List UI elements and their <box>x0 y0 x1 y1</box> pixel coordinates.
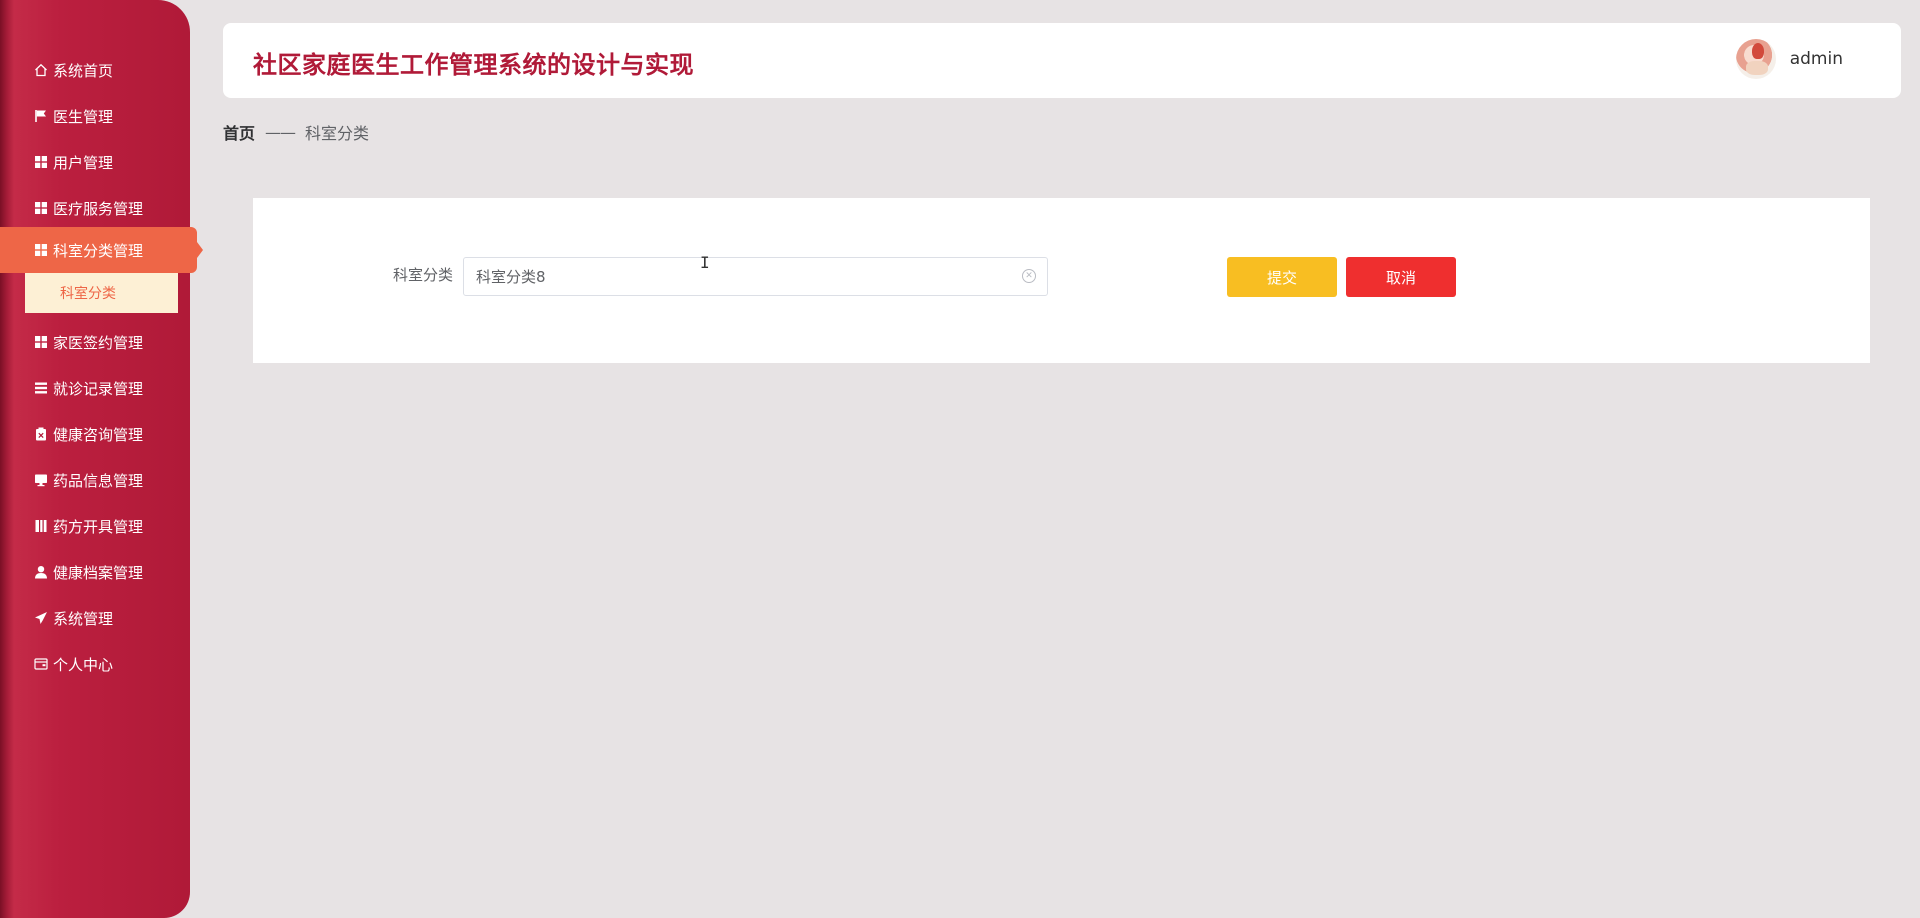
app-title: 社区家庭医生工作管理系统的设计与实现 <box>253 51 694 79</box>
sidebar-item-label: 医疗服务管理 <box>53 199 144 218</box>
sidebar-item-prescriptions[interactable]: 药方开具管理 <box>0 503 190 549</box>
breadcrumb-separator: —— <box>265 122 296 142</box>
grid-icon <box>34 243 48 257</box>
sidebar-item-health-consultation[interactable]: 健康咨询管理 <box>0 411 190 457</box>
breadcrumb-current: 科室分类 <box>305 124 370 143</box>
submenu-item-department-category[interactable]: 科室分类 <box>25 273 178 313</box>
sidebar-item-drug-info[interactable]: 药品信息管理 <box>0 457 190 503</box>
submenu-item-label: 科室分类 <box>60 286 116 302</box>
sidebar-item-label: 健康咨询管理 <box>53 425 144 444</box>
sidebar-item-label: 科室分类管理 <box>53 241 144 260</box>
sidebar-item-health-records[interactable]: 健康档案管理 <box>0 549 190 595</box>
send-icon <box>34 611 48 625</box>
book-icon <box>34 519 48 533</box>
sidebar-item-label: 用户管理 <box>53 153 114 172</box>
monitor-icon <box>34 473 48 487</box>
username: admin <box>1789 49 1843 69</box>
breadcrumb: 首页 —— 科室分类 <box>223 120 369 144</box>
clear-icon[interactable]: ✕ <box>1022 269 1036 283</box>
sidebar: 系统首页 医生管理 用户管理 医疗服务管理 科室分类管理 科室分类 家医签约管理… <box>0 0 203 918</box>
user-menu[interactable]: admin <box>1735 39 1843 79</box>
sidebar-item-visit-records[interactable]: 就诊记录管理 <box>0 365 190 411</box>
breadcrumb-home[interactable]: 首页 <box>223 120 255 144</box>
sidebar-item-personal-center[interactable]: 个人中心 <box>0 641 190 687</box>
sidebar-item-medical-services[interactable]: 医疗服务管理 <box>0 185 190 231</box>
sidebar-item-label: 药品信息管理 <box>53 471 144 490</box>
sidebar-item-label: 个人中心 <box>53 655 114 674</box>
sidebar-item-label: 系统管理 <box>53 609 114 628</box>
grid-icon <box>34 335 48 349</box>
sidebar-item-label: 系统首页 <box>53 61 114 80</box>
clipboard-icon <box>34 427 48 441</box>
department-category-input[interactable] <box>463 257 1048 296</box>
list-icon <box>34 381 48 395</box>
top-header: 社区家庭医生工作管理系统的设计与实现 admin <box>223 23 1901 98</box>
sidebar-item-users[interactable]: 用户管理 <box>0 139 190 185</box>
grid-icon <box>34 155 48 169</box>
sidebar-item-label: 家医签约管理 <box>53 333 144 352</box>
wallet-icon <box>34 657 48 671</box>
sidebar-item-label: 药方开具管理 <box>53 517 144 536</box>
submit-button[interactable]: 提交 <box>1227 257 1337 297</box>
home-icon <box>34 63 48 77</box>
department-category-label: 科室分类 <box>392 266 453 284</box>
sidebar-item-doctors[interactable]: 医生管理 <box>0 93 190 139</box>
sidebar-item-label: 医生管理 <box>53 107 114 126</box>
sidebar-item-department-categories[interactable]: 科室分类管理 <box>0 227 203 273</box>
avatar[interactable] <box>1735 39 1776 79</box>
cancel-button[interactable]: 取消 <box>1346 257 1456 297</box>
flag-icon <box>34 109 48 123</box>
grid-icon <box>34 201 48 215</box>
sidebar-item-label: 健康档案管理 <box>53 563 144 582</box>
sidebar-item-family-doctor-contracts[interactable]: 家医签约管理 <box>0 319 190 365</box>
form-card: 科室分类 ✕ I 提交 取消 <box>253 198 1870 363</box>
user-icon <box>34 565 48 579</box>
sidebar-item-system-management[interactable]: 系统管理 <box>0 595 190 641</box>
sidebar-item-home[interactable]: 系统首页 <box>0 47 190 93</box>
sidebar-item-label: 就诊记录管理 <box>53 379 144 398</box>
